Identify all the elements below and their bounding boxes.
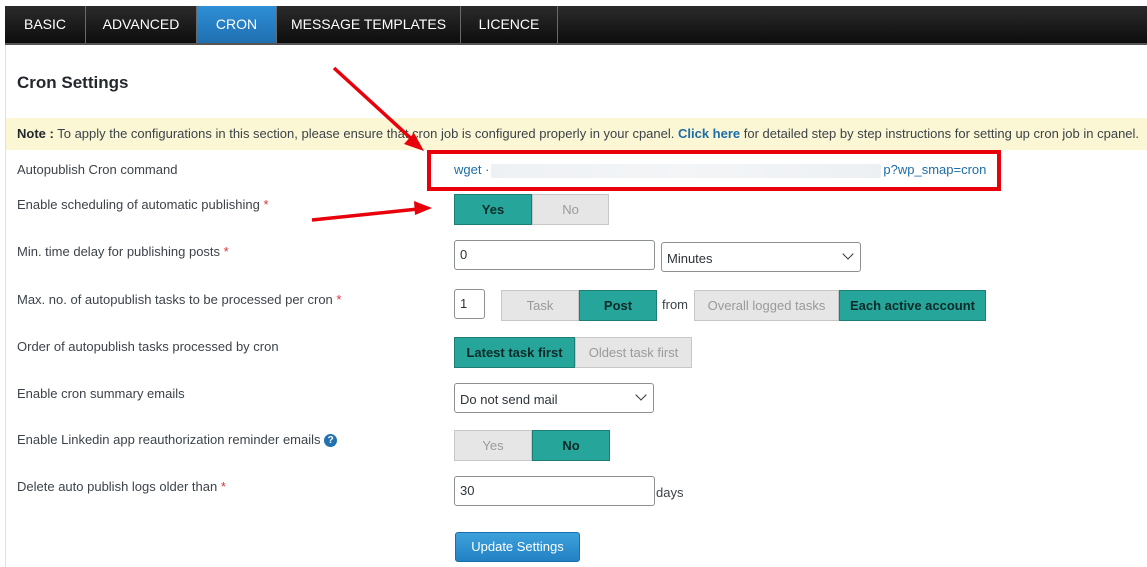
arrow-to-scheduling-toggle [311,201,432,222]
annotation-arrows [311,66,432,222]
arrow-to-cron-command [332,66,424,151]
